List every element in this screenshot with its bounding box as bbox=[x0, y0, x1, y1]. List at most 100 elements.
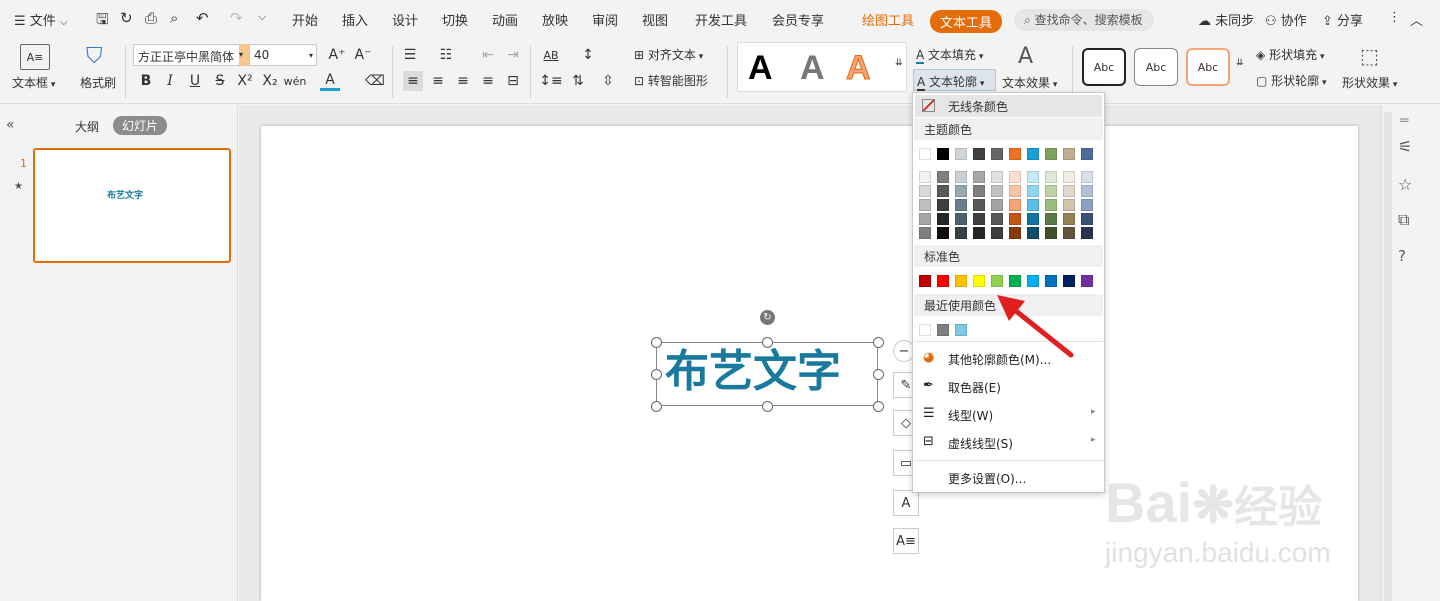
tab-developer[interactable]: 开发工具 bbox=[695, 10, 747, 29]
sync-status[interactable]: ☁ 未同步 bbox=[1198, 10, 1254, 29]
smart-shape-button[interactable]: ⊡ 转智能图形 bbox=[634, 72, 708, 89]
color-swatch[interactable] bbox=[937, 324, 949, 336]
color-swatch[interactable] bbox=[937, 199, 949, 211]
color-swatch[interactable] bbox=[1081, 213, 1093, 225]
color-swatch[interactable] bbox=[955, 199, 967, 211]
color-swatch[interactable] bbox=[1009, 227, 1021, 239]
color-swatch[interactable] bbox=[973, 213, 985, 225]
search-box[interactable]: ⌕ 查找命令、搜索模板 bbox=[1014, 9, 1154, 31]
animation-icon[interactable]: ☆ bbox=[1398, 175, 1412, 194]
color-swatch[interactable] bbox=[1027, 227, 1039, 239]
color-swatch[interactable] bbox=[973, 185, 985, 197]
color-swatch[interactable] bbox=[919, 213, 931, 225]
color-swatch[interactable] bbox=[1027, 148, 1039, 160]
shape-style-orange[interactable]: Abc bbox=[1186, 48, 1230, 86]
help-icon[interactable]: ? bbox=[1398, 247, 1406, 265]
tab-drawing-tools[interactable]: 绘图工具 bbox=[862, 10, 914, 29]
no-line-color-item[interactable]: 无线条颜色 bbox=[915, 95, 1102, 117]
color-swatch[interactable] bbox=[955, 213, 967, 225]
customize-icon[interactable]: ⌵ bbox=[258, 10, 266, 24]
spacing-menu-icon[interactable]: ⇳ bbox=[598, 71, 618, 91]
color-swatch[interactable] bbox=[991, 171, 1003, 183]
numbered-list-icon[interactable]: ☷ bbox=[436, 45, 456, 65]
shrink-font-icon[interactable]: A⁻ bbox=[353, 45, 373, 65]
text-outline-button[interactable]: A 文本轮廓 ▾ bbox=[913, 69, 996, 91]
file-menu[interactable]: ☰ 文件 ⌵ bbox=[14, 10, 68, 29]
color-swatch[interactable] bbox=[1027, 171, 1039, 183]
line-spacing-icon[interactable]: ↕≡ bbox=[539, 71, 562, 91]
text-effect-button[interactable]: 文本效果 ▾ bbox=[1002, 74, 1057, 91]
format-painter-button[interactable]: 格式刷 bbox=[80, 74, 116, 91]
text-layout-icon[interactable]: A≡ bbox=[893, 528, 919, 554]
color-swatch[interactable] bbox=[973, 171, 985, 183]
shape-effect-button[interactable]: 形状效果 ▾ bbox=[1342, 74, 1397, 91]
tab-insert[interactable]: 插入 bbox=[342, 10, 368, 29]
color-swatch[interactable] bbox=[919, 275, 931, 287]
color-swatch[interactable] bbox=[937, 275, 949, 287]
color-swatch[interactable] bbox=[919, 148, 931, 160]
color-swatch[interactable] bbox=[1063, 185, 1075, 197]
color-swatch[interactable] bbox=[955, 324, 967, 336]
shape-gallery-more-icon[interactable]: ⇊ bbox=[1236, 58, 1244, 68]
gallery-more-icon[interactable]: ⇊ bbox=[895, 58, 903, 68]
bullet-list-icon[interactable]: ☰ bbox=[400, 45, 420, 65]
font-color-icon[interactable]: A bbox=[320, 71, 340, 91]
color-swatch[interactable] bbox=[1063, 199, 1075, 211]
color-swatch[interactable] bbox=[1045, 171, 1057, 183]
color-swatch[interactable] bbox=[1063, 227, 1075, 239]
tab-slideshow[interactable]: 放映 bbox=[542, 10, 568, 29]
color-swatch[interactable] bbox=[973, 199, 985, 211]
tab-view[interactable]: 视图 bbox=[642, 10, 668, 29]
color-swatch[interactable] bbox=[1045, 148, 1057, 160]
eraser-icon[interactable]: ⌫ bbox=[365, 71, 385, 91]
color-swatch[interactable] bbox=[1081, 171, 1093, 183]
color-swatch[interactable] bbox=[1027, 199, 1039, 211]
color-swatch[interactable] bbox=[955, 275, 967, 287]
color-swatch[interactable] bbox=[955, 171, 967, 183]
color-swatch[interactable] bbox=[1009, 148, 1021, 160]
eyedropper-item[interactable]: ✒ 取色器(E) bbox=[914, 374, 1103, 400]
collapse-panel-icon[interactable]: « bbox=[6, 117, 15, 133]
collab-button[interactable]: ⚇ 协作 bbox=[1265, 10, 1307, 29]
redo-icon[interactable]: ↷ bbox=[230, 9, 243, 27]
color-swatch[interactable] bbox=[1045, 213, 1057, 225]
color-swatch[interactable] bbox=[937, 185, 949, 197]
text-style-gray[interactable]: A bbox=[800, 49, 825, 88]
tab-design[interactable]: 设计 bbox=[392, 10, 418, 29]
color-swatch[interactable] bbox=[1009, 213, 1021, 225]
tab-start[interactable]: 开始 bbox=[292, 10, 318, 29]
tab-outline[interactable]: 大纲 bbox=[75, 118, 99, 135]
resize-handle[interactable] bbox=[873, 369, 884, 380]
paragraph-spacing-icon[interactable]: ⇅ bbox=[568, 71, 588, 91]
phonetic-icon[interactable]: wén bbox=[284, 71, 307, 91]
shape-fill-button[interactable]: ◈ 形状填充 ▾ bbox=[1256, 46, 1324, 63]
color-swatch[interactable] bbox=[955, 185, 967, 197]
color-swatch[interactable] bbox=[1063, 148, 1075, 160]
sort-icon[interactable]: ↕ bbox=[578, 45, 598, 65]
increase-indent-icon[interactable]: ⇥ bbox=[503, 45, 523, 65]
color-swatch[interactable] bbox=[991, 213, 1003, 225]
color-swatch[interactable] bbox=[973, 227, 985, 239]
color-swatch[interactable] bbox=[1045, 227, 1057, 239]
color-swatch[interactable] bbox=[991, 148, 1003, 160]
color-swatch[interactable] bbox=[1027, 185, 1039, 197]
text-style-orange[interactable]: A bbox=[846, 49, 872, 88]
more-icon[interactable]: ⋮ bbox=[1388, 10, 1401, 25]
selected-textbox[interactable]: 布艺文字 bbox=[656, 342, 878, 406]
color-swatch[interactable] bbox=[1009, 199, 1021, 211]
subscript-icon[interactable]: X₂ bbox=[260, 71, 280, 91]
resize-handle[interactable] bbox=[762, 337, 773, 348]
shape-style-gray[interactable]: Abc bbox=[1134, 48, 1178, 86]
align-right-icon[interactable]: ≡ bbox=[453, 71, 473, 91]
justify-icon[interactable]: ≡ bbox=[478, 71, 498, 91]
color-swatch[interactable] bbox=[955, 227, 967, 239]
text-fill-button[interactable]: A 文本填充 ▾ bbox=[916, 46, 983, 64]
resize-handle[interactable] bbox=[873, 401, 884, 412]
color-swatch[interactable] bbox=[1063, 213, 1075, 225]
collapse-ribbon-icon[interactable]: ︿ bbox=[1410, 10, 1423, 29]
color-swatch[interactable] bbox=[1009, 171, 1021, 183]
color-swatch[interactable] bbox=[1009, 185, 1021, 197]
share-button[interactable]: ⇪ 分享 bbox=[1322, 10, 1363, 29]
color-swatch[interactable] bbox=[937, 213, 949, 225]
color-swatch[interactable] bbox=[991, 185, 1003, 197]
